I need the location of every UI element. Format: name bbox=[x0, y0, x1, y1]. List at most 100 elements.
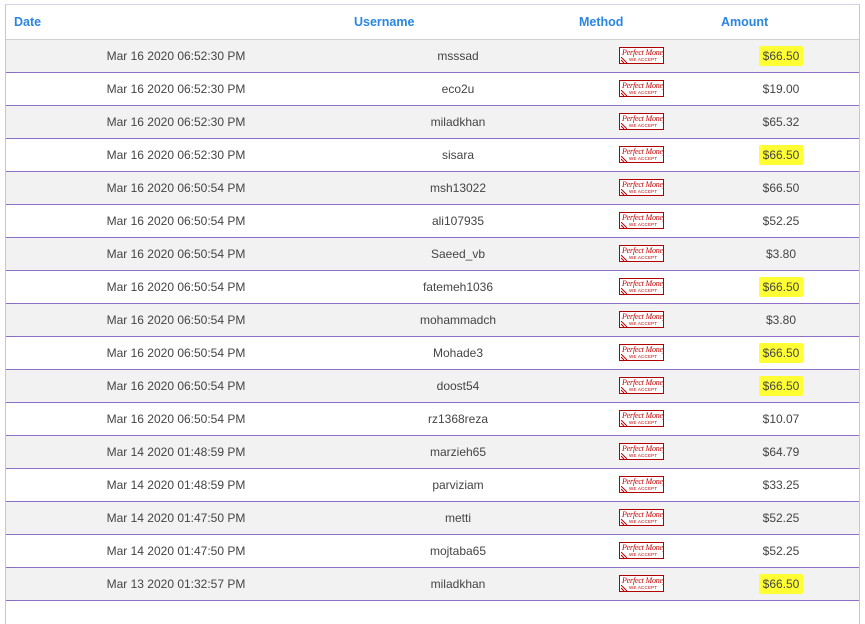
table-body: Mar 16 2020 06:52:30 PM msssad Perfect M… bbox=[6, 40, 859, 601]
row-username: mojtaba65 bbox=[429, 544, 487, 558]
logo-mark-icon bbox=[621, 222, 627, 228]
column-header-username[interactable]: Username bbox=[354, 5, 414, 39]
row-amount: $19.00 bbox=[762, 82, 800, 96]
row-username: miladkhan bbox=[430, 115, 486, 129]
row-date: Mar 16 2020 06:50:54 PM bbox=[106, 247, 246, 261]
table-row: Mar 16 2020 06:50:54 PM msh13022 Perfect… bbox=[6, 172, 859, 205]
column-header-date[interactable]: Date bbox=[14, 5, 41, 39]
row-amount-cell: $66.50 bbox=[714, 337, 848, 369]
row-amount: $10.07 bbox=[762, 412, 800, 426]
row-username: metti bbox=[444, 511, 471, 525]
perfect-money-logo: Perfect Money WE ACCEPT bbox=[619, 146, 664, 163]
row-username: eco2u bbox=[441, 82, 475, 96]
table-row: Mar 16 2020 06:50:54 PM rz1368reza Perfe… bbox=[6, 403, 859, 436]
logo-bottom-text: WE ACCEPT bbox=[629, 354, 658, 359]
perfect-money-logo: Perfect Money WE ACCEPT bbox=[619, 245, 664, 262]
row-username: Mohade3 bbox=[432, 346, 484, 360]
row-amount-cell: $66.50 bbox=[714, 40, 848, 72]
perfect-money-logo: Perfect Money WE ACCEPT bbox=[619, 575, 664, 592]
row-amount-cell: $33.25 bbox=[714, 469, 848, 501]
row-date: Mar 14 2020 01:48:59 PM bbox=[106, 445, 246, 459]
row-username: msh13022 bbox=[429, 181, 487, 195]
row-amount-cell: $52.25 bbox=[714, 502, 848, 534]
row-date: Mar 16 2020 06:52:30 PM bbox=[106, 148, 246, 162]
logo-bottom-text: WE ACCEPT bbox=[629, 420, 658, 425]
row-date: Mar 14 2020 01:47:50 PM bbox=[106, 544, 246, 558]
row-amount: $3.80 bbox=[765, 247, 797, 261]
row-amount: $66.50 bbox=[758, 343, 804, 363]
perfect-money-logo: Perfect Money WE ACCEPT bbox=[619, 311, 664, 328]
row-amount: $64.79 bbox=[762, 445, 800, 459]
row-amount-cell: $3.80 bbox=[714, 238, 848, 270]
perfect-money-logo: Perfect Money WE ACCEPT bbox=[619, 47, 664, 64]
perfect-money-logo: Perfect Money WE ACCEPT bbox=[619, 80, 664, 97]
row-amount: $66.50 bbox=[758, 46, 804, 66]
row-amount-cell: $66.50 bbox=[714, 139, 848, 171]
logo-bottom-text: WE ACCEPT bbox=[629, 321, 658, 326]
table-row: Mar 16 2020 06:50:54 PM Saeed_vb Perfect… bbox=[6, 238, 859, 271]
logo-bottom-text: WE ACCEPT bbox=[629, 57, 658, 62]
row-date: Mar 14 2020 01:47:50 PM bbox=[106, 511, 246, 525]
row-amount-cell: $3.80 bbox=[714, 304, 848, 336]
logo-bottom-text: WE ACCEPT bbox=[629, 453, 658, 458]
perfect-money-logo: Perfect Money WE ACCEPT bbox=[619, 344, 664, 361]
row-amount: $66.50 bbox=[758, 574, 804, 594]
row-date: Mar 16 2020 06:50:54 PM bbox=[106, 280, 246, 294]
row-date: Mar 16 2020 06:50:54 PM bbox=[106, 412, 246, 426]
row-date: Mar 16 2020 06:50:54 PM bbox=[106, 346, 246, 360]
row-username: fatemeh1036 bbox=[422, 280, 494, 294]
logo-bottom-text: WE ACCEPT bbox=[629, 519, 658, 524]
row-amount-cell: $64.79 bbox=[714, 436, 848, 468]
perfect-money-logo: Perfect Money WE ACCEPT bbox=[619, 179, 664, 196]
logo-bottom-text: WE ACCEPT bbox=[629, 156, 658, 161]
row-amount: $52.25 bbox=[762, 214, 800, 228]
perfect-money-logo: Perfect Money WE ACCEPT bbox=[619, 476, 664, 493]
logo-mark-icon bbox=[621, 453, 627, 459]
table-row: Mar 14 2020 01:47:50 PM metti Perfect Mo… bbox=[6, 502, 859, 535]
logo-mark-icon bbox=[621, 255, 627, 261]
column-header-amount[interactable]: Amount bbox=[721, 5, 768, 39]
logo-mark-icon bbox=[621, 486, 627, 492]
logo-mark-icon bbox=[621, 90, 627, 96]
row-amount: $52.25 bbox=[762, 544, 800, 558]
logo-mark-icon bbox=[621, 519, 627, 525]
row-username: Saeed_vb bbox=[430, 247, 486, 261]
perfect-money-logo: Perfect Money WE ACCEPT bbox=[619, 509, 664, 526]
row-amount: $66.50 bbox=[762, 181, 800, 195]
perfect-money-logo: Perfect Money WE ACCEPT bbox=[619, 410, 664, 427]
row-date: Mar 16 2020 06:50:54 PM bbox=[106, 313, 246, 327]
row-username: rz1368reza bbox=[427, 412, 489, 426]
perfect-money-logo: Perfect Money WE ACCEPT bbox=[619, 113, 664, 130]
row-amount-cell: $52.25 bbox=[714, 205, 848, 237]
row-amount-cell: $66.50 bbox=[714, 370, 848, 402]
row-date: Mar 16 2020 06:52:30 PM bbox=[106, 49, 246, 63]
table-row: Mar 14 2020 01:48:59 PM marzieh65 Perfec… bbox=[6, 436, 859, 469]
table-header: Date Username Method Amount bbox=[6, 5, 859, 40]
logo-mark-icon bbox=[621, 354, 627, 360]
logo-mark-icon bbox=[621, 420, 627, 426]
logo-mark-icon bbox=[621, 387, 627, 393]
logo-bottom-text: WE ACCEPT bbox=[629, 552, 658, 557]
row-username: msssad bbox=[437, 49, 479, 63]
row-date: Mar 16 2020 06:52:30 PM bbox=[106, 82, 246, 96]
row-amount-cell: $10.07 bbox=[714, 403, 848, 435]
logo-mark-icon bbox=[621, 156, 627, 162]
logo-bottom-text: WE ACCEPT bbox=[629, 189, 658, 194]
row-username: miladkhan bbox=[430, 577, 486, 591]
row-amount: $33.25 bbox=[762, 478, 800, 492]
table-row: Mar 14 2020 01:47:50 PM mojtaba65 Perfec… bbox=[6, 535, 859, 568]
table-row: Mar 16 2020 06:50:54 PM Mohade3 Perfect … bbox=[6, 337, 859, 370]
row-username: doost54 bbox=[436, 379, 480, 393]
row-date: Mar 16 2020 06:50:54 PM bbox=[106, 181, 246, 195]
row-amount-cell: $52.25 bbox=[714, 535, 848, 567]
row-amount: $66.50 bbox=[758, 145, 804, 165]
row-username: mohammadch bbox=[419, 313, 497, 327]
logo-mark-icon bbox=[621, 585, 627, 591]
row-amount: $65.32 bbox=[762, 115, 800, 129]
logo-mark-icon bbox=[621, 189, 627, 195]
row-amount: $52.25 bbox=[762, 511, 800, 525]
logo-bottom-text: WE ACCEPT bbox=[629, 222, 658, 227]
logo-mark-icon bbox=[621, 288, 627, 294]
column-header-method[interactable]: Method bbox=[579, 5, 623, 39]
row-amount-cell: $66.50 bbox=[714, 568, 848, 600]
